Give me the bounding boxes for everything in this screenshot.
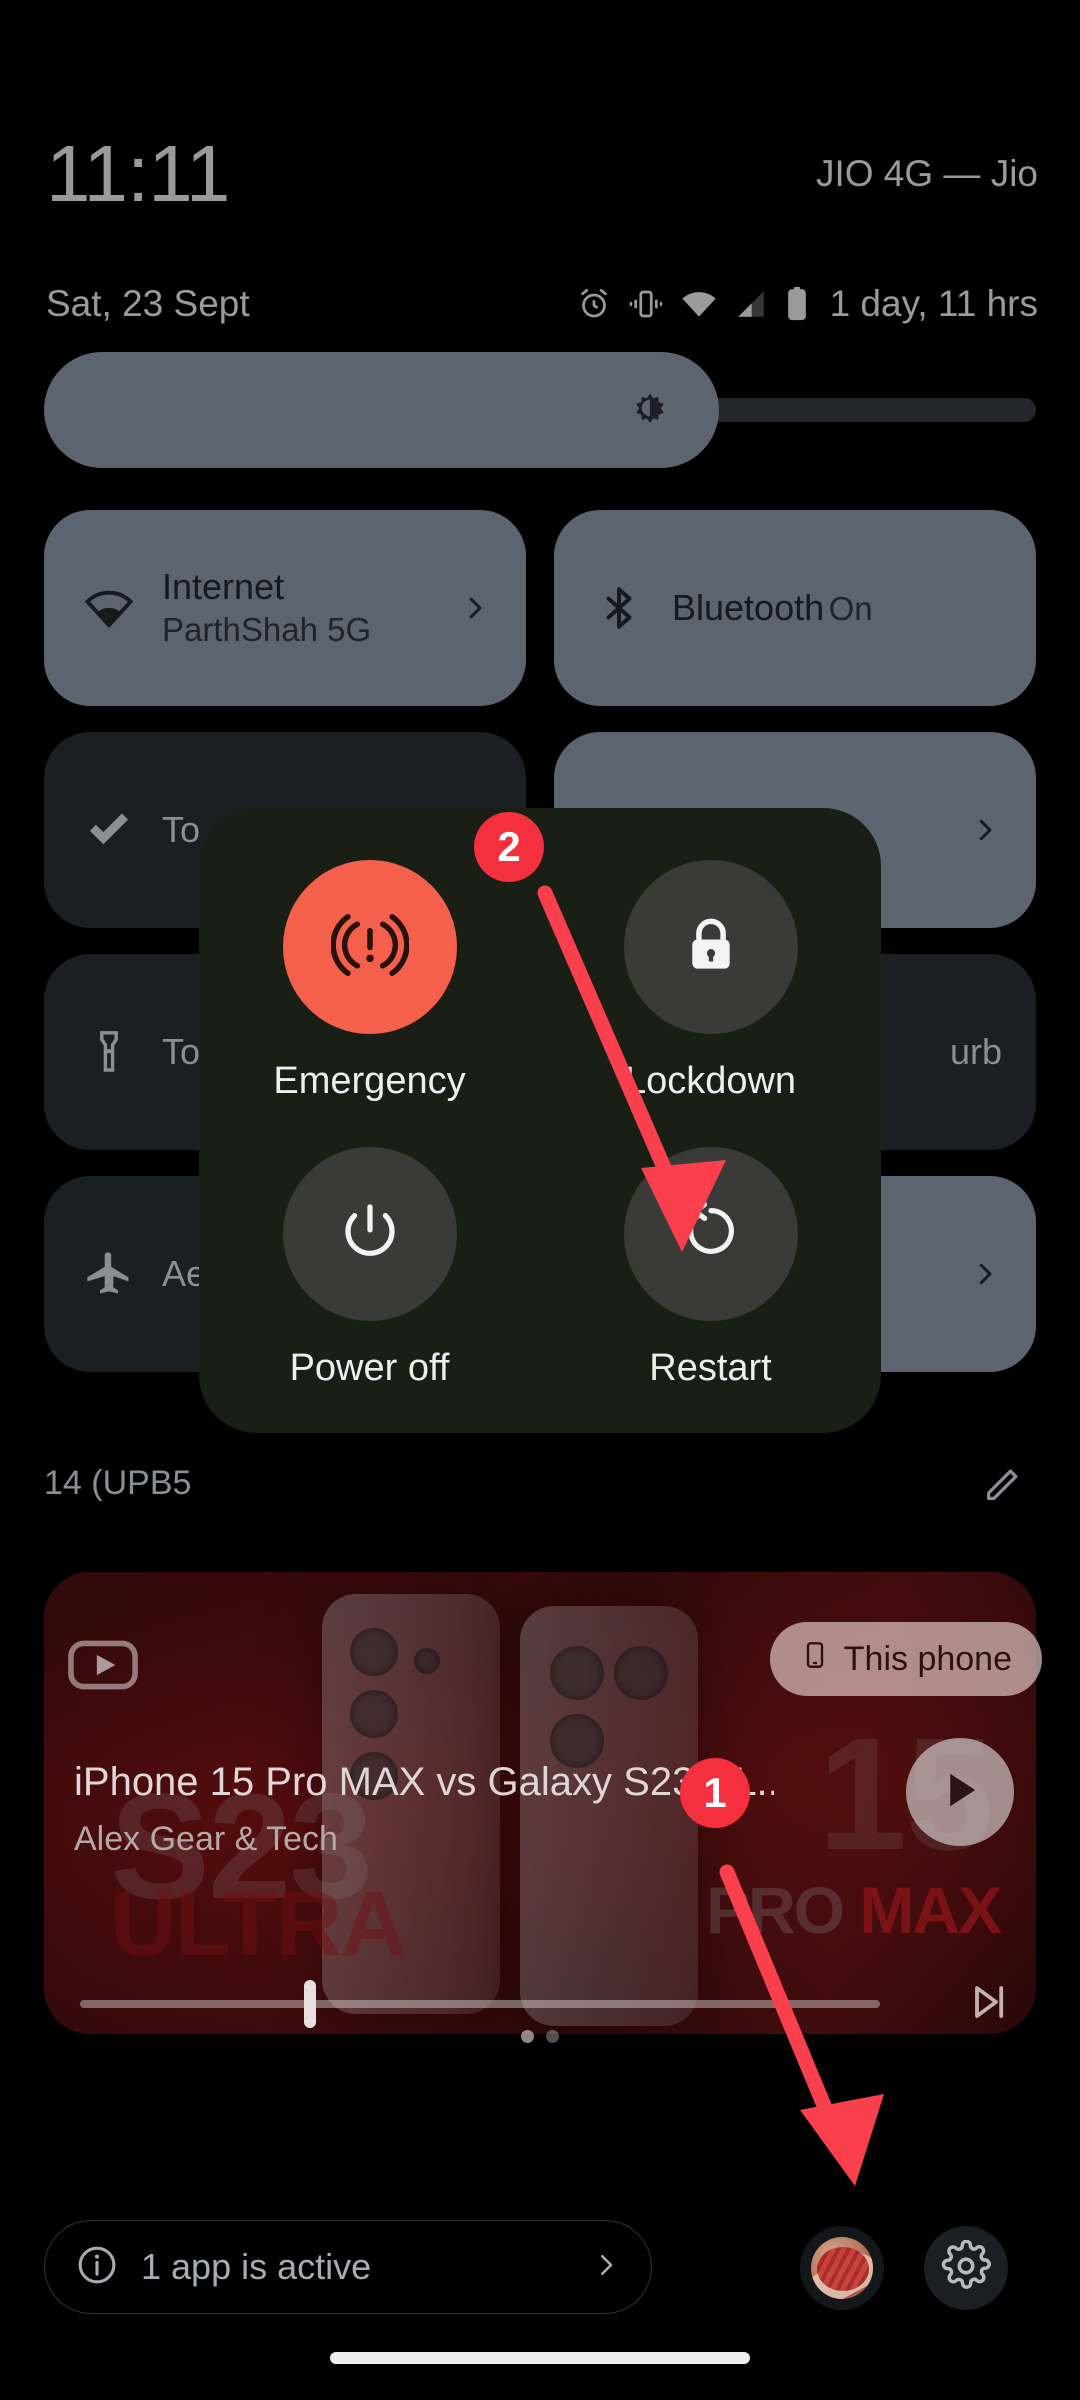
tile-row: Internet ParthShah 5G Bluetooth On bbox=[44, 510, 1036, 706]
youtube-icon bbox=[66, 1628, 140, 1707]
tile-title: Internet bbox=[162, 566, 285, 607]
brightness-slider[interactable] bbox=[44, 352, 1036, 468]
tile-text: Internet ParthShah 5G bbox=[162, 565, 458, 651]
emergency-button[interactable]: Emergency bbox=[199, 860, 540, 1147]
pencil-icon[interactable] bbox=[972, 1451, 1036, 1515]
chevron-right-icon[interactable] bbox=[968, 815, 1002, 845]
status-icons: 1 day, 11 hrs bbox=[576, 280, 1038, 328]
quick-settings-screen: 11:11 JIO 4G — Jio Sat, 23 Sept 1 day, 1… bbox=[0, 0, 1080, 2400]
active-apps-button[interactable]: 1 app is active bbox=[44, 2220, 652, 2314]
tile-title: Bluetooth bbox=[672, 587, 825, 628]
header-top-row: 11:11 JIO 4G — Jio bbox=[0, 130, 1080, 230]
tile-title: urb bbox=[949, 1031, 1002, 1072]
media-artist: Alex Gear & Tech bbox=[74, 1820, 338, 1858]
brightness-fill bbox=[44, 352, 719, 468]
bluetooth-icon bbox=[588, 583, 650, 633]
media-progress-handle[interactable] bbox=[304, 1980, 316, 2028]
gear-icon bbox=[940, 2239, 992, 2297]
quick-settings-footer: 1 app is active bbox=[0, 2220, 1080, 2330]
play-icon bbox=[934, 1764, 986, 1821]
flashlight-icon bbox=[78, 1028, 140, 1076]
tile-title: To bbox=[162, 809, 201, 850]
battery-icon bbox=[784, 285, 810, 323]
airplane-icon bbox=[78, 1248, 140, 1300]
skip-next-icon bbox=[964, 1978, 1012, 2031]
media-progress-bar[interactable] bbox=[80, 2000, 880, 2008]
power-menu-dialog: Emergency Lockdown Power off Restart bbox=[199, 808, 881, 1433]
build-version-row: 14 (UPB5 bbox=[44, 1448, 1036, 1518]
media-page-dots bbox=[521, 2030, 559, 2043]
lock-icon bbox=[678, 912, 744, 983]
check-icon bbox=[78, 804, 140, 856]
lockdown-button[interactable]: Lockdown bbox=[540, 860, 881, 1147]
settings-gear-button[interactable] bbox=[924, 2226, 1008, 2310]
build-version-label: 14 (UPB5 bbox=[44, 1463, 192, 1502]
carrier-label: JIO 4G — Jio bbox=[815, 153, 1038, 194]
power-menu-grid: Emergency Lockdown Power off Restart bbox=[199, 808, 881, 1433]
media-title: iPhone 15 Pro MAX vs Galaxy S23 UL... bbox=[74, 1760, 774, 1804]
active-apps-label: 1 app is active bbox=[141, 2246, 372, 2287]
power-off-button[interactable]: Power off bbox=[199, 1146, 540, 1434]
user-avatar-button[interactable] bbox=[800, 2226, 884, 2310]
navigation-home-indicator[interactable] bbox=[330, 2352, 750, 2364]
power-off-circle bbox=[282, 1146, 457, 1321]
chevron-right-icon bbox=[591, 2250, 621, 2285]
vibrate-icon bbox=[628, 286, 664, 322]
page-dot[interactable] bbox=[521, 2030, 534, 2043]
wifi-icon bbox=[78, 581, 140, 635]
restart-button[interactable]: Restart bbox=[540, 1146, 881, 1434]
date-label: Sat, 23 Sept bbox=[46, 283, 250, 324]
media-output-chip[interactable]: This phone bbox=[769, 1622, 1042, 1696]
signal-icon bbox=[734, 287, 768, 321]
chevron-right-icon[interactable] bbox=[968, 1259, 1002, 1289]
tile-subtitle: ParthShah 5G bbox=[162, 611, 372, 648]
page-dot[interactable] bbox=[546, 2030, 559, 2043]
emergency-label: Emergency bbox=[273, 1060, 466, 1102]
tile-title: To bbox=[162, 1031, 201, 1072]
power-off-label: Power off bbox=[289, 1346, 450, 1389]
battery-estimate-label: 1 day, 11 hrs bbox=[829, 283, 1038, 324]
phone-icon bbox=[800, 1640, 830, 1679]
clock[interactable]: 11:11 bbox=[46, 130, 230, 218]
media-output-label: This phone bbox=[843, 1639, 1012, 1678]
media-skip-next-button[interactable] bbox=[956, 1972, 1020, 2036]
lockdown-circle bbox=[623, 860, 798, 1034]
restart-label: Restart bbox=[649, 1346, 772, 1389]
brightness-icon bbox=[627, 385, 673, 436]
chevron-right-icon[interactable] bbox=[458, 593, 492, 623]
tile-subtitle: On bbox=[828, 590, 873, 627]
tile-bluetooth[interactable]: Bluetooth On bbox=[554, 510, 1036, 706]
power-icon bbox=[337, 1198, 403, 1269]
media-play-button[interactable] bbox=[906, 1738, 1014, 1846]
tile-internet[interactable]: Internet ParthShah 5G bbox=[44, 510, 526, 706]
info-icon bbox=[75, 2243, 119, 2292]
restart-icon bbox=[678, 1198, 744, 1269]
lockdown-label: Lockdown bbox=[624, 1060, 797, 1102]
emergency-broadcast-icon bbox=[329, 906, 410, 989]
wifi-icon bbox=[680, 285, 718, 323]
emergency-circle bbox=[282, 860, 457, 1034]
avatar bbox=[811, 2237, 873, 2299]
restart-circle bbox=[623, 1146, 798, 1321]
alarm-icon bbox=[576, 286, 612, 322]
tile-text: Bluetooth On bbox=[672, 586, 1002, 630]
header-bottom-row: Sat, 23 Sept 1 day, 11 hrs bbox=[0, 280, 1080, 340]
